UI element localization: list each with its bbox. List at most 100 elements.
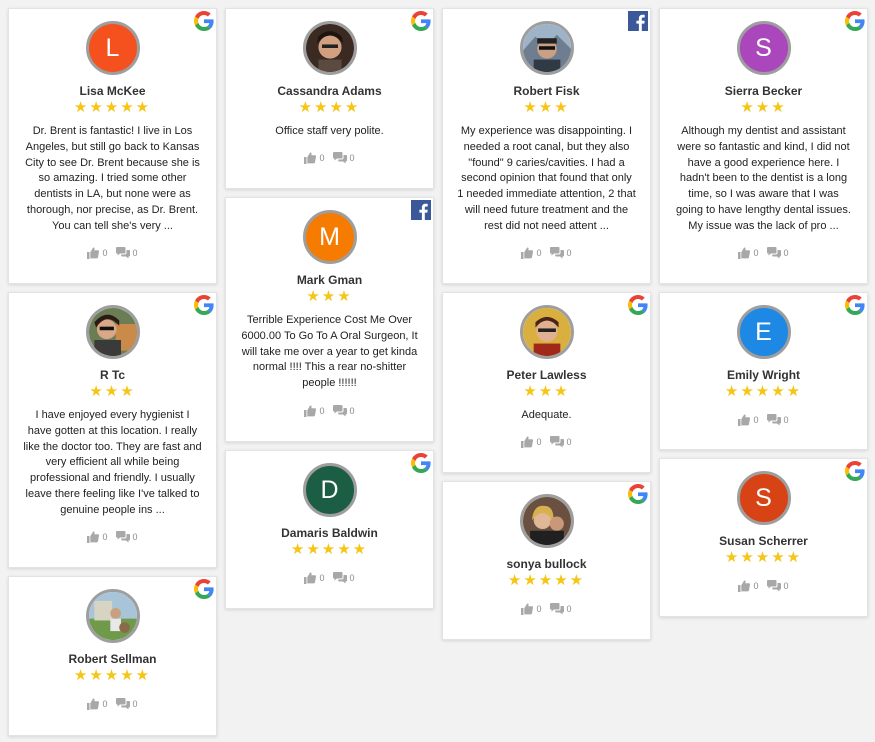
- like-button[interactable]: 0: [87, 698, 108, 710]
- like-button[interactable]: 0: [738, 414, 759, 426]
- review-actions: 0 0: [226, 152, 433, 164]
- review-actions: 0 0: [226, 405, 433, 417]
- review-card: S Susan Scherrer ★★★★★ 0 0: [659, 458, 868, 617]
- google-icon[interactable]: [411, 11, 431, 31]
- review-text: Office staff very polite.: [275, 125, 384, 137]
- review-actions: 0 0: [9, 531, 216, 543]
- review-actions: 0 0: [443, 436, 650, 448]
- reviewer-name: Susan Scherrer: [719, 534, 808, 548]
- avatar[interactable]: L: [85, 21, 140, 75]
- review-text: I have enjoyed every hygienist I have go…: [23, 409, 202, 516]
- google-icon[interactable]: [628, 484, 648, 504]
- star-rating: ★★★★★: [724, 383, 803, 400]
- review-card: R Tc ★★★ I have enjoyed every hygienist …: [8, 292, 217, 568]
- comment-icon: [767, 414, 781, 426]
- comment-button[interactable]: 0: [116, 698, 138, 710]
- google-icon[interactable]: [194, 295, 214, 315]
- avatar[interactable]: [519, 305, 574, 359]
- review-card: L Lisa McKee ★★★★★ Dr. Brent is fantasti…: [8, 8, 217, 284]
- avatar[interactable]: [519, 21, 574, 75]
- reviewer-photo: [522, 497, 571, 545]
- like-button[interactable]: 0: [304, 152, 325, 164]
- google-icon[interactable]: [845, 295, 865, 315]
- comment-button[interactable]: 0: [116, 247, 138, 259]
- comment-button[interactable]: 0: [767, 580, 789, 592]
- reviewer-name: Damaris Baldwin: [281, 526, 378, 540]
- like-button[interactable]: 0: [521, 247, 542, 259]
- reviewer-name: Lisa McKee: [79, 84, 146, 98]
- like-count: 0: [536, 437, 542, 447]
- review-card: M Mark Gman ★★★ Terrible Experience Cost…: [225, 197, 434, 442]
- comment-button[interactable]: 0: [767, 414, 789, 426]
- comment-count: 0: [132, 248, 138, 258]
- like-button[interactable]: 0: [87, 247, 108, 259]
- comment-button[interactable]: 0: [333, 152, 355, 164]
- comment-button[interactable]: 0: [333, 405, 355, 417]
- like-button[interactable]: 0: [304, 405, 325, 417]
- google-icon[interactable]: [845, 11, 865, 31]
- avatar[interactable]: E: [736, 305, 791, 359]
- star-rating: ★★★★★: [290, 541, 369, 558]
- google-icon[interactable]: [845, 461, 865, 481]
- star-rating: ★★★★★: [724, 549, 803, 566]
- like-button[interactable]: 0: [521, 603, 542, 615]
- like-button[interactable]: 0: [521, 436, 542, 448]
- review-actions: 0 0: [660, 580, 867, 592]
- comment-button[interactable]: 0: [550, 436, 572, 448]
- star-rating: ★★★★★: [507, 572, 586, 589]
- thumbs-up-icon: [304, 152, 316, 164]
- avatar[interactable]: S: [736, 21, 791, 75]
- like-button[interactable]: 0: [87, 531, 108, 543]
- reviewer-name: Emily Wright: [726, 368, 801, 382]
- comment-button[interactable]: 0: [767, 247, 789, 259]
- reviewer-name: R Tc: [99, 368, 126, 382]
- star-rating: ★★★: [306, 288, 353, 305]
- reviewer-name: sonya bullock: [506, 557, 587, 571]
- comment-icon: [116, 531, 130, 543]
- reviewer-name: Robert Sellman: [68, 652, 157, 666]
- comment-icon: [333, 572, 347, 584]
- like-button[interactable]: 0: [738, 247, 759, 259]
- reviewer-photo: [305, 24, 354, 72]
- review-text: Although my dentist and assistant were s…: [676, 125, 851, 232]
- like-button[interactable]: 0: [738, 580, 759, 592]
- reviewer-name: Mark Gman: [296, 273, 363, 287]
- thumbs-up-icon: [304, 405, 316, 417]
- like-count: 0: [753, 248, 759, 258]
- avatar[interactable]: [85, 305, 140, 359]
- review-actions: 0 0: [9, 247, 216, 259]
- avatar[interactable]: S: [736, 471, 791, 525]
- review-text: Dr. Brent is fantastic! I live in Los An…: [25, 125, 200, 232]
- review-actions: 0 0: [660, 247, 867, 259]
- thumbs-up-icon: [87, 698, 99, 710]
- like-count: 0: [753, 581, 759, 591]
- google-icon[interactable]: [194, 579, 214, 599]
- avatar[interactable]: [85, 589, 140, 643]
- comment-button[interactable]: 0: [550, 603, 572, 615]
- comment-button[interactable]: 0: [550, 247, 572, 259]
- thumbs-up-icon: [521, 247, 533, 259]
- facebook-icon[interactable]: [411, 200, 431, 220]
- avatar[interactable]: [519, 494, 574, 548]
- google-icon[interactable]: [194, 11, 214, 31]
- comment-button[interactable]: 0: [116, 531, 138, 543]
- comment-button[interactable]: 0: [333, 572, 355, 584]
- review-text: Adequate.: [521, 409, 572, 421]
- facebook-icon[interactable]: [628, 11, 648, 31]
- star-rating: ★★★★: [298, 99, 361, 116]
- avatar[interactable]: D: [302, 463, 357, 517]
- review-card: S Sierra Becker ★★★ Although my dentist …: [659, 8, 868, 284]
- avatar[interactable]: [302, 21, 357, 75]
- like-count: 0: [753, 415, 759, 425]
- like-count: 0: [319, 406, 325, 416]
- comment-count: 0: [783, 415, 789, 425]
- like-button[interactable]: 0: [304, 572, 325, 584]
- thumbs-up-icon: [304, 572, 316, 584]
- thumbs-up-icon: [521, 603, 533, 615]
- review-actions: 0 0: [443, 247, 650, 259]
- avatar[interactable]: M: [302, 210, 357, 264]
- review-card: D Damaris Baldwin ★★★★★ 0 0: [225, 450, 434, 609]
- google-icon[interactable]: [628, 295, 648, 315]
- thumbs-up-icon: [87, 247, 99, 259]
- google-icon[interactable]: [411, 453, 431, 473]
